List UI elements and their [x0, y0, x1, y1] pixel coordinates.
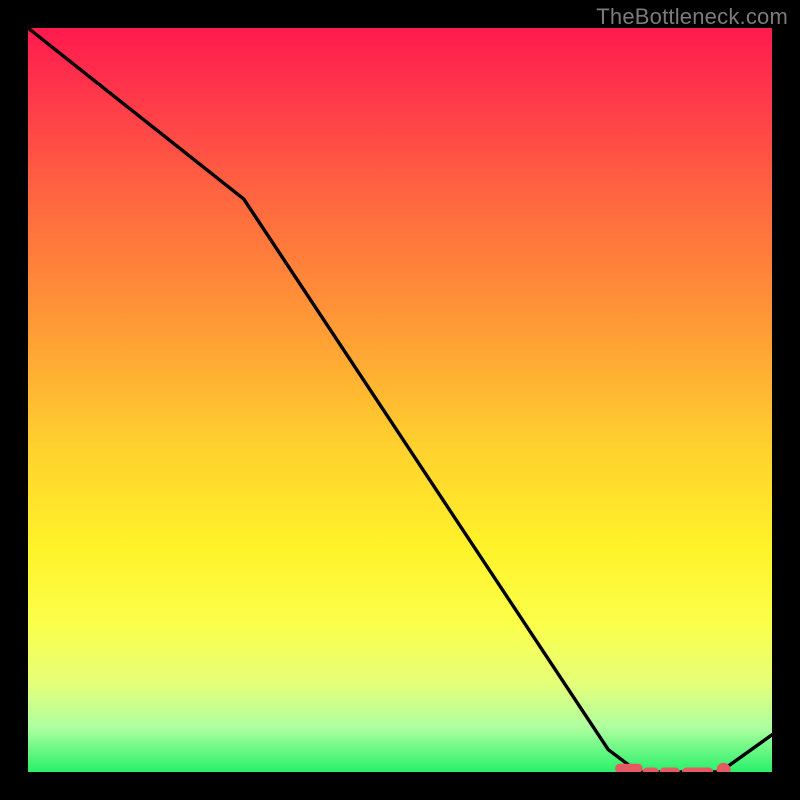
chart-svg — [28, 28, 772, 772]
optimal-range-dashes — [620, 768, 709, 772]
bottleneck-curve-line — [28, 28, 772, 772]
plot-area — [28, 28, 772, 772]
chart-frame: TheBottleneck.com — [0, 0, 800, 800]
watermark-text: TheBottleneck.com — [596, 4, 788, 30]
